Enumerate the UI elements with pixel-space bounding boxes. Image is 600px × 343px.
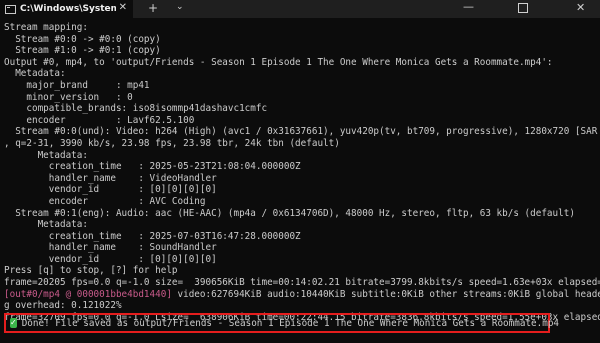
console-line: handler_name : SoundHandler (4, 242, 217, 254)
maximize-button[interactable] (518, 3, 528, 13)
done-message: Done! File saved as output/Friends - Sea… (21, 317, 560, 329)
tab-close-icon[interactable]: ✕ (119, 2, 127, 13)
console-line: Stream mapping: (4, 22, 88, 33)
console-output[interactable]: Stream mapping: Stream #0:0 -> #0:0 (cop… (4, 22, 600, 323)
console-line: Stream #1:0 -> #0:1 (copy) (4, 45, 161, 57)
console-line: encoder : Lavf62.5.100 (4, 114, 195, 126)
warn-rest: video:627694KiB audio:10440KiB subtitle:… (171, 288, 600, 300)
tab-bar: C:\Windows\System32\cmd.e ✕ + ⌄ — ✕ (0, 0, 600, 18)
console-line: frame=20205 fps=0.0 q=-1.0 size= 390656K… (4, 277, 600, 289)
chevron-down-icon[interactable]: ⌄ (176, 2, 184, 12)
console-line: g overhead: 0.121022% (4, 300, 122, 312)
console-line: vendor_id : [0][0][0][0] (4, 253, 217, 265)
close-window-button[interactable]: ✕ (576, 1, 585, 14)
console-line: vendor_id : [0][0][0][0] (4, 184, 217, 196)
terminal-icon (5, 4, 16, 14)
console-line: Stream #0:1(eng): Audio: aac (HE-AAC) (m… (4, 207, 575, 219)
new-tab-button[interactable]: + (148, 1, 158, 15)
minimize-button[interactable]: — (463, 0, 474, 13)
console-line: handler_name : VideoHandler (4, 172, 217, 184)
check-icon: ✓ (10, 318, 17, 328)
console-line: Stream #0:0 -> #0:0 (copy) (4, 33, 161, 45)
console-line: Stream #0:0(und): Video: h264 (High) (av… (4, 126, 600, 138)
console-line: creation_time : 2025-07-03T16:47:28.0000… (4, 230, 301, 242)
console-line: major_brand : mp41 (4, 79, 150, 91)
console-warn-line: [out#0/mp4 @ 000001bbe4bd1440] video:627… (4, 289, 600, 301)
console-line: minor_version : 0 (4, 91, 133, 103)
done-message-highlight: ✓ Done! File saved as output/Friends - S… (4, 313, 559, 333)
console-line: encoder : AVC Coding (4, 195, 206, 207)
console-line: Metadata: (4, 219, 88, 231)
terminal-tab[interactable]: C:\Windows\System32\cmd.e ✕ (0, 0, 133, 18)
scrollbar[interactable] (595, 18, 600, 343)
console-line: compatible_brands: iso8isommp41dashavc1c… (4, 103, 268, 115)
console-line: Press [q] to stop, [?] for help (4, 265, 178, 277)
warn-prefix: [out#0/mp4 @ 000001bbe4bd1440] (4, 288, 172, 300)
tab-title: C:\Windows\System32\cmd.e (20, 4, 116, 14)
console-line: Metadata: (4, 149, 88, 161)
console-line: Metadata: (4, 68, 66, 80)
console-line: , q=2-31, 3990 kb/s, 23.98 fps, 23.98 tb… (4, 137, 340, 149)
console-line: creation_time : 2025-05-23T21:08:04.0000… (4, 161, 301, 173)
console-line: Output #0, mp4, to 'output/Friends - Sea… (4, 56, 553, 68)
